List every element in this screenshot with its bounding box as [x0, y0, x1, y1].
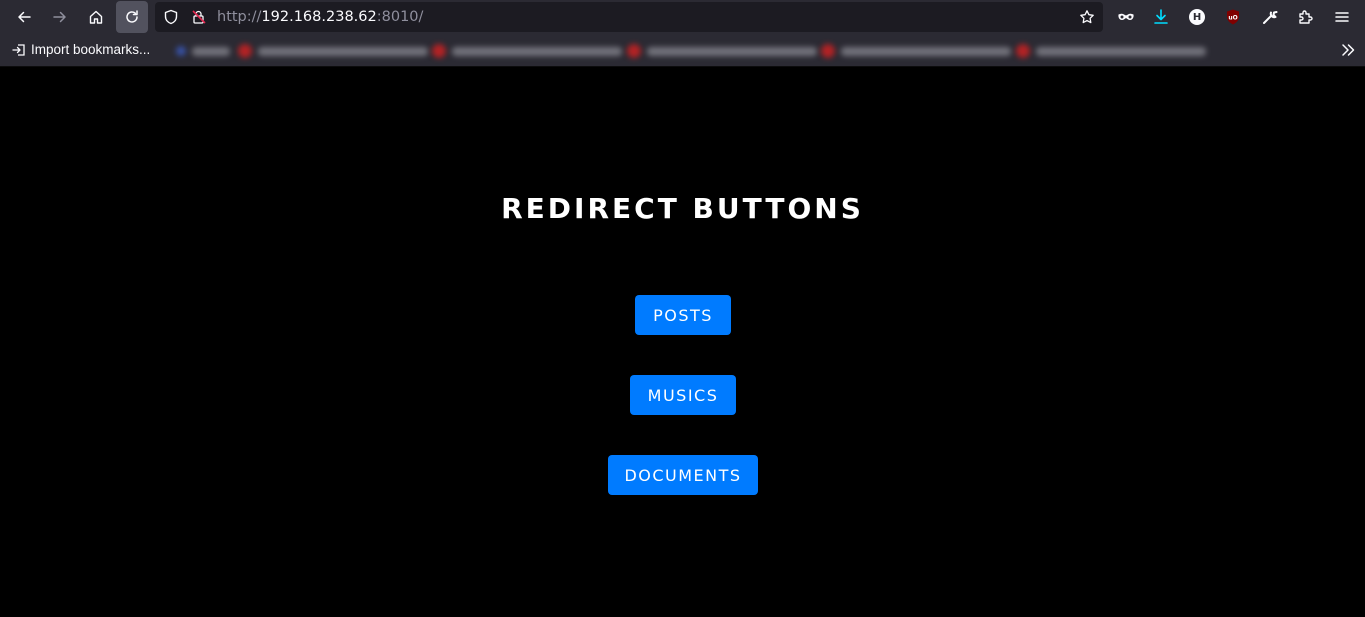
import-bookmarks-button[interactable]: Import bookmarks... [12, 42, 150, 57]
download-icon [1154, 9, 1168, 24]
h-extension-button[interactable]: H [1181, 1, 1213, 33]
bookmark-item[interactable] [176, 43, 230, 59]
bookmark-blurred-label [1036, 46, 1206, 56]
bookmark-favicon [238, 44, 252, 58]
reload-icon [126, 10, 138, 23]
shield-icon[interactable] [163, 9, 179, 25]
bookmarks-toolbar: Import bookmarks... [0, 34, 1365, 67]
bookmark-favicon [176, 46, 186, 56]
app-menu-button[interactable] [1326, 1, 1358, 33]
bookmark-favicon [627, 44, 641, 58]
insecure-lock-icon[interactable] [191, 9, 207, 25]
browser-toolbar: http://192.168.238.62:8010/ H uO [0, 0, 1365, 34]
page-title: REDIRECT BUTTONS [501, 192, 864, 225]
url-text[interactable]: http://192.168.238.62:8010/ [217, 8, 423, 26]
puzzle-icon [1299, 10, 1313, 24]
star-icon[interactable] [1079, 9, 1095, 25]
svg-text:uO: uO [1228, 15, 1237, 22]
wrench-icon [1263, 11, 1278, 24]
posts-button[interactable]: POSTS [635, 295, 731, 335]
bookmark-item[interactable] [1016, 43, 1206, 59]
url-host: 192.168.238.62 [261, 9, 377, 25]
bookmark-blurred-label [841, 46, 1011, 56]
double-chevron-icon[interactable] [1339, 41, 1357, 59]
bookmark-blurred-label [258, 46, 428, 56]
import-bookmarks-label: Import bookmarks... [31, 42, 151, 57]
mask-icon [1118, 13, 1134, 20]
musics-button[interactable]: MUSICS [630, 375, 736, 415]
documents-button[interactable]: DOCUMENTS [608, 455, 758, 495]
h-extension-icon: H [1189, 9, 1205, 25]
url-scheme: http:// [217, 9, 262, 25]
bookmark-favicon [1016, 44, 1030, 58]
back-button[interactable] [8, 1, 40, 33]
address-bar[interactable]: http://192.168.238.62:8010/ [155, 2, 1103, 32]
bookmark-blurred-label [192, 46, 230, 56]
ublock-button[interactable]: uO [1217, 1, 1249, 33]
url-port-path: :8010/ [376, 9, 424, 25]
home-button[interactable] [80, 1, 112, 33]
bookmark-blurred-label [452, 46, 622, 56]
reload-button[interactable] [116, 1, 148, 33]
bookmark-blurred-label [647, 46, 817, 56]
forward-button[interactable] [44, 1, 76, 33]
devtools-button[interactable] [1254, 1, 1286, 33]
bookmark-item[interactable] [432, 43, 622, 59]
bookmark-favicon [821, 44, 835, 58]
bookmark-item[interactable] [627, 43, 817, 59]
downloads-button[interactable] [1145, 1, 1177, 33]
arrow-left-icon [18, 11, 31, 23]
bookmark-item[interactable] [238, 43, 428, 59]
home-icon [89, 10, 103, 24]
extensions-button[interactable] [1290, 1, 1322, 33]
private-browsing-button[interactable] [1110, 1, 1142, 33]
arrow-right-icon [53, 11, 66, 23]
bookmark-item[interactable] [821, 43, 1011, 59]
import-icon [12, 43, 25, 56]
hamburger-menu-icon [1335, 12, 1349, 22]
bookmark-favicon [432, 44, 446, 58]
ublock-icon: uO [1227, 9, 1239, 25]
